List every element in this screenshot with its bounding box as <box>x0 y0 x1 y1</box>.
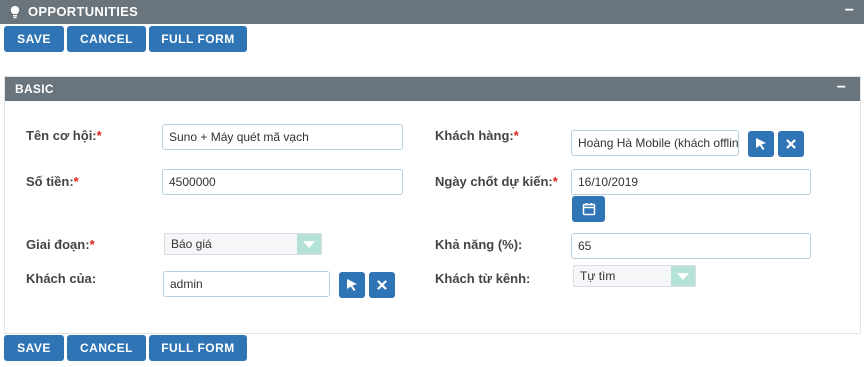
clear-x-icon <box>786 139 796 149</box>
calendar-icon <box>582 203 596 216</box>
stage-select-value: Báo giá <box>171 237 212 251</box>
stage-label: Giai đoạn:* <box>26 237 95 252</box>
channel-label: Khách từ kênh: <box>435 271 531 286</box>
clear-x-icon <box>377 280 387 290</box>
save-button-bottom[interactable]: SAVE <box>4 335 64 361</box>
cursor-select-icon <box>756 138 766 150</box>
module-title: OPPORTUNITIES <box>28 4 139 19</box>
module-header: OPPORTUNITIES − <box>0 0 864 24</box>
name-label: Tên cơ hội:* <box>26 128 102 143</box>
stage-select[interactable]: Báo giá <box>164 233 322 255</box>
owner-label: Khách của: <box>26 271 97 286</box>
save-button-top[interactable]: SAVE <box>4 26 64 52</box>
name-input[interactable]: Suno + Máy quét mã vạch <box>162 124 403 150</box>
probability-label: Khả năng (%): <box>435 237 523 252</box>
owner-input[interactable]: admin <box>163 271 330 297</box>
full-form-button-bottom[interactable]: FULL FORM <box>149 335 247 361</box>
chevron-down-icon <box>297 234 321 254</box>
close-date-label: Ngày chốt dự kiến:* <box>435 174 558 189</box>
amount-label: Số tiền:* <box>26 174 79 189</box>
basic-panel-title: BASIC <box>15 82 54 96</box>
cancel-button-top[interactable]: CANCEL <box>67 26 146 52</box>
owner-select-button[interactable] <box>339 272 365 298</box>
channel-select[interactable]: Tự tìm <box>573 265 696 287</box>
amount-input[interactable]: 4500000 <box>162 169 403 195</box>
owner-clear-button[interactable] <box>369 272 395 298</box>
chevron-down-icon <box>671 266 695 286</box>
probability-input[interactable]: 65 <box>571 233 811 259</box>
channel-select-value: Tự tìm <box>580 269 616 283</box>
customer-label: Khách hàng:* <box>435 128 519 143</box>
full-form-button-top[interactable]: FULL FORM <box>149 26 247 52</box>
customer-clear-button[interactable] <box>778 131 804 157</box>
cursor-select-icon <box>347 279 357 291</box>
lightbulb-icon <box>10 6 20 19</box>
basic-panel-collapse-button[interactable]: − <box>837 79 846 97</box>
customer-input[interactable]: Hoàng Hà Mobile (khách offline) 1 <box>571 130 739 156</box>
basic-panel: BASIC − <box>4 76 861 334</box>
module-collapse-button[interactable]: − <box>845 2 854 20</box>
basic-panel-header: BASIC − <box>5 77 860 101</box>
cancel-button-bottom[interactable]: CANCEL <box>67 335 146 361</box>
customer-select-button[interactable] <box>748 131 774 157</box>
calendar-button[interactable] <box>572 196 605 222</box>
close-date-input[interactable]: 16/10/2019 <box>571 169 811 195</box>
